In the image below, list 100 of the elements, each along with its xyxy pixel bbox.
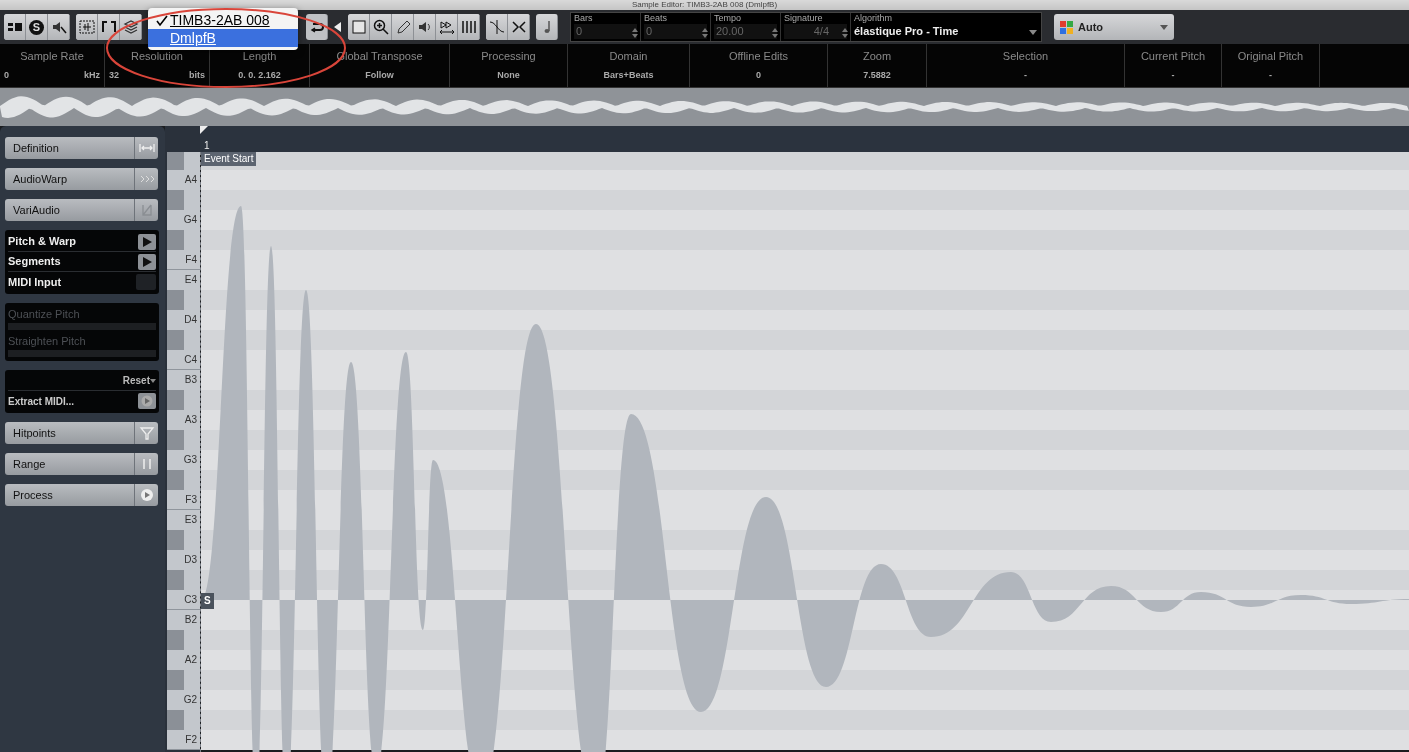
info-unit: bits (189, 69, 205, 81)
bar-number: 1 (204, 139, 210, 153)
speaker-cursor-button[interactable] (48, 14, 70, 40)
info-label: Original Pitch (1236, 50, 1305, 63)
palette-icon (1060, 20, 1073, 34)
inspector-toggle-button[interactable] (4, 14, 26, 40)
caret-icon (1160, 24, 1168, 30)
tool-button[interactable] (138, 233, 156, 250)
event-start-label: Event Start (201, 152, 257, 166)
triangle-icon (334, 22, 342, 32)
key-label: F3 (185, 494, 197, 505)
info-value: 0 (756, 69, 761, 81)
reset-menu[interactable]: Reset (122, 375, 150, 386)
key-label: B3 (184, 374, 197, 385)
info-label: Selection (1001, 50, 1050, 63)
section-button[interactable]: Process (5, 484, 158, 506)
slider-label: Straighten Pitch (8, 334, 87, 348)
sharp-key (167, 190, 184, 210)
key-label: D3 (184, 554, 197, 565)
play-circle-icon (141, 395, 153, 407)
info-value: Bars+Beats (603, 69, 654, 81)
sharp-key (167, 670, 184, 690)
sharp-key (167, 630, 184, 650)
play-button[interactable] (414, 14, 436, 40)
key-label: C4 (184, 354, 197, 365)
row-label: MIDI Input (8, 274, 62, 290)
tempo-button[interactable] (486, 14, 508, 40)
info-value: Follow (365, 69, 394, 81)
info-value: None (497, 69, 520, 81)
sharp-key (167, 530, 184, 550)
key-label: F4 (185, 254, 197, 265)
bracket-icon (100, 19, 117, 35)
toggle-switch[interactable] (136, 274, 156, 290)
info-label: Length (241, 50, 278, 63)
section-button[interactable]: Range (5, 453, 158, 475)
section-button[interactable]: VariAudio (5, 199, 158, 221)
solo-button[interactable]: S (26, 14, 48, 40)
info-value: 0 (4, 69, 9, 81)
sharp-key (167, 430, 184, 450)
section-button[interactable]: AudioWarp (5, 168, 158, 190)
menu-item[interactable]: DmlpfB (148, 29, 298, 47)
zoom-button[interactable] (370, 14, 392, 40)
extract-button[interactable] (138, 393, 156, 409)
start-marker[interactable]: S (201, 593, 214, 609)
section-button[interactable]: Definition (5, 137, 158, 159)
info-label: Domain (608, 50, 649, 63)
algorithm-dropdown[interactable]: élastique Pro - Time (854, 24, 1038, 39)
info-value: - (1171, 69, 1175, 81)
crossing-curves-icon (488, 19, 505, 35)
info-label: Processing (480, 50, 537, 63)
layers-icon (122, 19, 139, 35)
section-icon (138, 425, 155, 441)
info-label: Resolution (130, 50, 184, 63)
warp-button[interactable] (458, 14, 480, 40)
field-label: Algorithm (854, 13, 893, 24)
key-label: C3 (184, 594, 197, 605)
spin-arrows-icon (702, 28, 708, 38)
scrub-arrows-icon (438, 19, 455, 35)
info-label: Zoom (861, 50, 893, 63)
info-label: Current Pitch (1139, 50, 1207, 63)
caret-icon (1029, 30, 1037, 35)
checkmark-icon (156, 15, 168, 28)
color-dropdown[interactable]: Auto (1054, 14, 1174, 40)
tool-button[interactable] (138, 253, 156, 270)
loop-button[interactable] (98, 14, 120, 40)
pencil-icon (394, 19, 411, 35)
info-value: 0. 0. 2.162 (238, 69, 281, 81)
key-label: G2 (183, 694, 197, 705)
cursor-icon (142, 236, 152, 247)
row-label: Pitch & Warp (8, 234, 77, 250)
spin-arrows-icon (772, 28, 778, 38)
cursor-icon (142, 256, 152, 267)
info-value: - (1024, 69, 1027, 81)
snap-button[interactable] (76, 14, 98, 40)
object-select-button[interactable] (348, 14, 370, 40)
scrub-button[interactable] (436, 14, 458, 40)
menu-item[interactable]: TIMB3-2AB 008 (148, 11, 298, 29)
caret-icon (150, 379, 156, 384)
key-label: G4 (183, 214, 197, 225)
key-label: B2 (184, 614, 197, 625)
return-button[interactable] (306, 14, 328, 40)
field-label: Bars (574, 13, 594, 24)
key-label: D4 (184, 314, 197, 325)
info-value: 32 (109, 69, 119, 81)
key-label: E4 (184, 274, 197, 285)
spin-arrows-icon (842, 28, 848, 38)
section-button[interactable]: Hitpoints (5, 422, 158, 444)
note-button[interactable] (536, 14, 558, 40)
info-value: - (1269, 69, 1272, 81)
key-label: E3 (184, 514, 197, 525)
sharp-key (167, 290, 184, 310)
sharp-key (167, 390, 184, 410)
field-label: Tempo (714, 13, 742, 24)
draw-button[interactable] (392, 14, 414, 40)
info-unit: kHz (84, 69, 100, 81)
layers-button[interactable] (120, 14, 142, 40)
unstretch-button[interactable] (508, 14, 530, 40)
slider-label: Quantize Pitch (8, 307, 81, 321)
info-label: Offline Edits (727, 50, 790, 63)
arrows-x-icon (510, 19, 527, 35)
